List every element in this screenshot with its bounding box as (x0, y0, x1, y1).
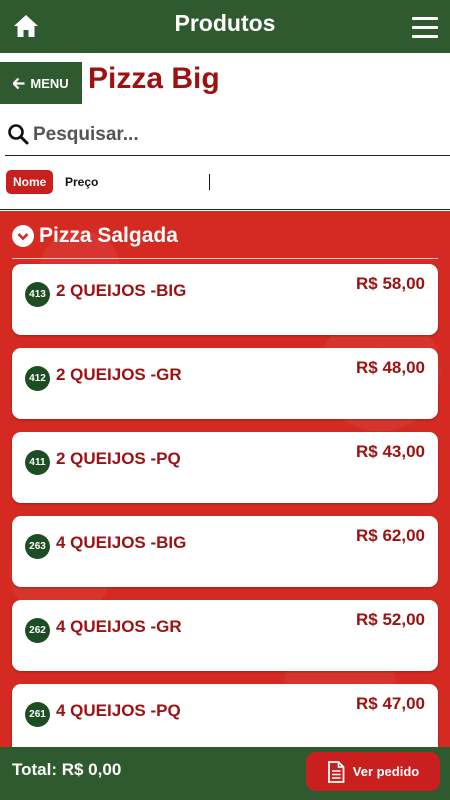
product-price: R$ 48,00 (356, 358, 425, 377)
product-price: R$ 47,00 (356, 694, 425, 713)
hamburger-menu-icon[interactable] (412, 17, 438, 39)
product-name: 2 QUEIJOS -PQ (56, 449, 181, 468)
product-card[interactable]: 412 2 QUEIJOS -GR R$ 48,00 (12, 348, 438, 419)
chevron-down-icon (12, 225, 34, 247)
category-header[interactable]: Pizza Salgada (12, 224, 178, 248)
product-name: 4 QUEIJOS -PQ (56, 701, 181, 720)
product-code-badge: 412 (25, 366, 50, 391)
back-button-label: MENU (30, 75, 69, 91)
top-app-bar: Produtos (0, 0, 450, 53)
product-list[interactable]: Pizza Salgada 413 2 QUEIJOS -BIG R$ 58,0… (0, 211, 450, 747)
product-price: R$ 43,00 (356, 442, 425, 461)
product-card[interactable]: 411 2 QUEIJOS -PQ R$ 43,00 (12, 432, 438, 503)
product-price: R$ 62,00 (356, 526, 425, 545)
product-code-badge: 413 (25, 282, 50, 307)
product-code-badge: 411 (25, 450, 50, 475)
product-code-badge: 261 (25, 702, 50, 727)
sort-by-name-button[interactable]: Nome (6, 170, 54, 194)
category-title: Pizza Salgada (39, 224, 178, 247)
order-total: Total: R$ 0,00 (12, 760, 122, 779)
product-card[interactable]: 261 4 QUEIJOS -PQ R$ 47,00 (12, 684, 438, 747)
product-card[interactable]: 263 4 QUEIJOS -BIG R$ 62,00 (12, 516, 438, 587)
sort-bar: Nome Preço (0, 157, 450, 210)
arrow-left-icon (13, 77, 25, 89)
product-name: 2 QUEIJOS -BIG (56, 281, 187, 300)
product-card[interactable]: 413 2 QUEIJOS -BIG R$ 58,00 (12, 264, 438, 335)
product-code-badge: 262 (25, 618, 50, 643)
back-to-menu-button[interactable]: MENU (0, 62, 82, 104)
view-order-button[interactable]: Ver pedido (306, 752, 440, 791)
product-name: 4 QUEIJOS -GR (56, 617, 182, 636)
product-card[interactable]: 262 4 QUEIJOS -GR R$ 52,00 (12, 600, 438, 671)
sort-by-price-button[interactable]: Preço (65, 175, 98, 189)
document-icon (327, 760, 345, 783)
product-price: R$ 52,00 (356, 610, 425, 629)
view-order-label: Ver pedido (352, 764, 420, 779)
search-input[interactable] (33, 121, 433, 149)
search-bar (5, 118, 450, 156)
product-name: 2 QUEIJOS -GR (56, 365, 182, 384)
store-name: Pizza Big (88, 62, 220, 95)
product-name: 4 QUEIJOS -BIG (56, 533, 187, 552)
bottom-bar: Total: R$ 0,00 Ver pedido (0, 747, 450, 800)
category-divider (12, 258, 438, 259)
search-icon (8, 124, 29, 145)
product-code-badge: 263 (25, 534, 50, 559)
divider (209, 174, 210, 190)
page-title: Produtos (174, 10, 276, 36)
product-price: R$ 58,00 (356, 274, 425, 293)
